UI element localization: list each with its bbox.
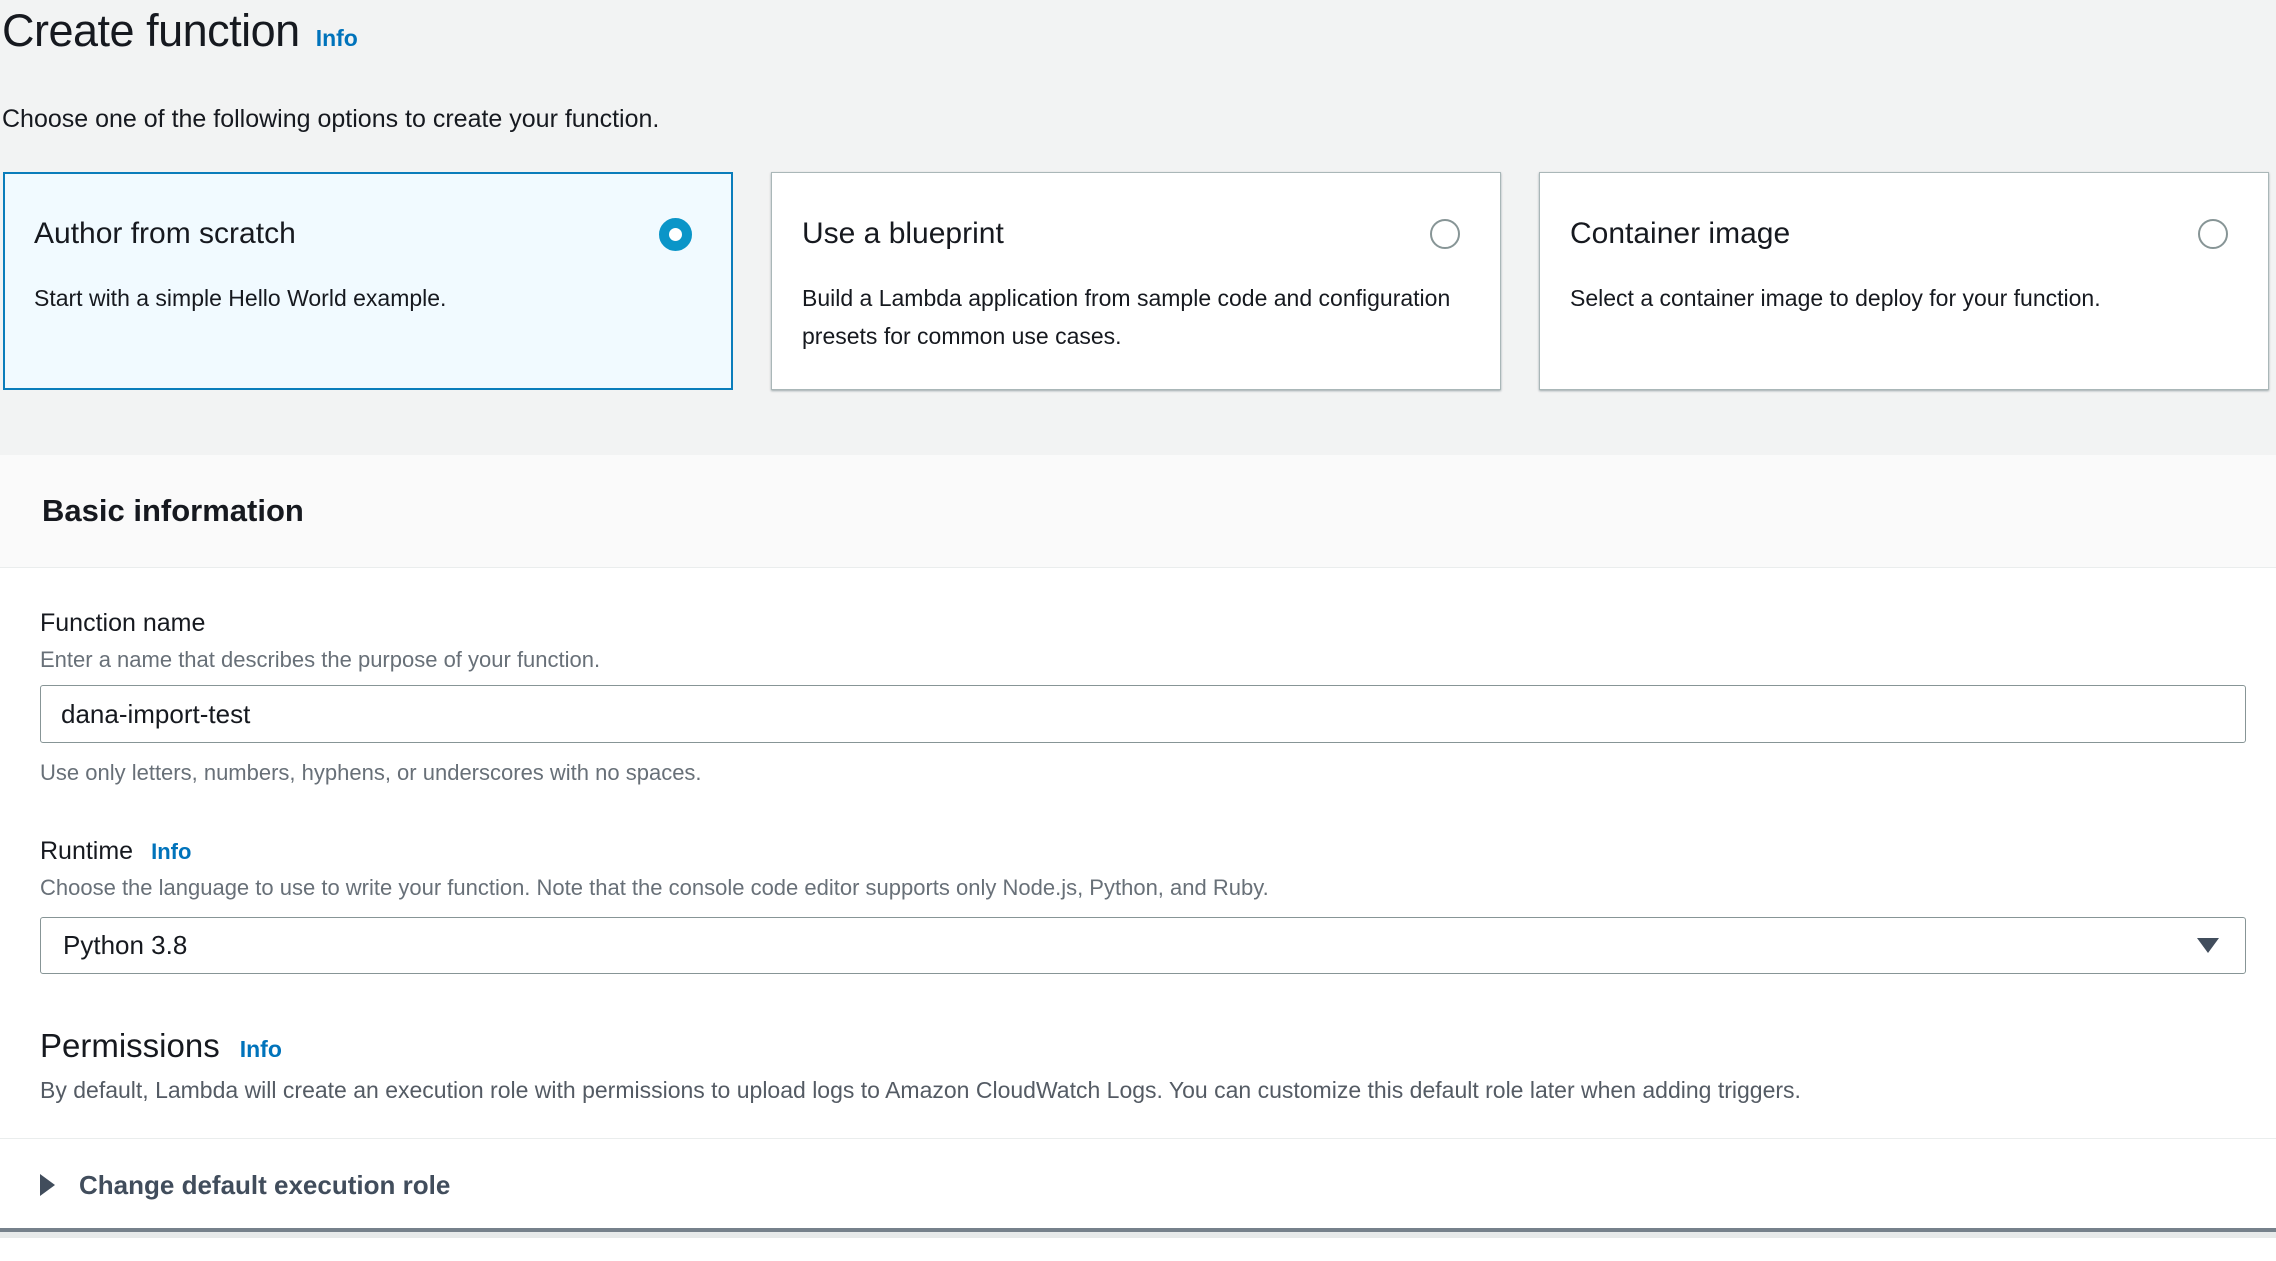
option-card-author-from-scratch[interactable]: Author from scratch Start with a simple … <box>3 172 733 390</box>
bottom-background-strip <box>0 1232 2276 1238</box>
runtime-label: Runtime <box>40 836 133 866</box>
permissions-heading: Permissions <box>40 1026 220 1066</box>
option-card-description: Start with a simple Hello World example. <box>34 279 692 317</box>
option-card-use-a-blueprint[interactable]: Use a blueprint Build a Lambda applicati… <box>771 172 1501 390</box>
function-name-help: Enter a name that describes the purpose … <box>40 646 2246 673</box>
basic-information-header: Basic information <box>0 455 2276 568</box>
radio-author-from-scratch[interactable] <box>659 218 692 251</box>
basic-information-panel: Basic information Function name Enter a … <box>0 455 2276 1261</box>
option-card-description: Select a container image to deploy for y… <box>1570 279 2228 317</box>
option-card-title: Author from scratch <box>34 215 296 253</box>
creation-option-cards: Author from scratch Start with a simple … <box>3 172 2269 390</box>
permissions-info-link[interactable]: Info <box>240 1036 282 1063</box>
section-divider <box>0 1138 2276 1139</box>
option-card-description: Build a Lambda application from sample c… <box>802 279 1460 355</box>
expander-label: Change default execution role <box>79 1169 450 1201</box>
function-name-field: Function name Enter a name that describe… <box>40 608 2246 786</box>
change-default-execution-role-expander[interactable]: Change default execution role <box>40 1169 2246 1201</box>
radio-use-a-blueprint[interactable] <box>1430 219 1460 249</box>
permissions-section: Permissions Info By default, Lambda will… <box>40 1026 2246 1104</box>
runtime-field: Runtime Info Choose the language to use … <box>40 836 2246 974</box>
function-name-input[interactable] <box>40 685 2246 743</box>
page-title: Create function <box>2 2 300 60</box>
caret-right-icon <box>40 1174 55 1196</box>
page-header: Create function Info Choose one of the f… <box>0 0 2276 134</box>
permissions-description: By default, Lambda will create an execut… <box>40 1076 2246 1104</box>
basic-information-heading: Basic information <box>42 493 304 529</box>
function-name-constraint: Use only letters, numbers, hyphens, or u… <box>40 759 2246 786</box>
page-title-info-link[interactable]: Info <box>316 25 358 52</box>
radio-container-image[interactable] <box>2198 219 2228 249</box>
option-card-title: Use a blueprint <box>802 215 1004 253</box>
function-name-label: Function name <box>40 608 2246 638</box>
option-card-title: Container image <box>1570 215 1790 253</box>
basic-information-body: Function name Enter a name that describe… <box>0 568 2276 1201</box>
caret-down-icon <box>2197 938 2219 953</box>
page-subtitle: Choose one of the following options to c… <box>2 104 2276 134</box>
option-card-container-image[interactable]: Container image Select a container image… <box>1539 172 2269 390</box>
runtime-help: Choose the language to use to write your… <box>40 874 2246 901</box>
runtime-info-link[interactable]: Info <box>151 839 191 865</box>
runtime-select[interactable]: Python 3.8 <box>40 917 2246 974</box>
runtime-selected-value: Python 3.8 <box>63 930 187 961</box>
